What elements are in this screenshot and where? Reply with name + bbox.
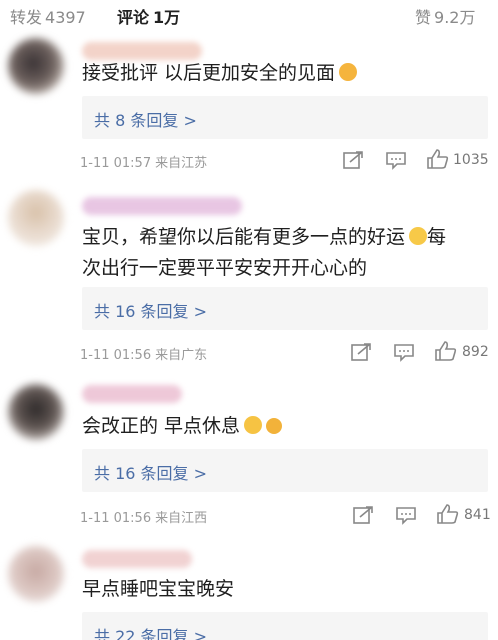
comment-meta: 1-11 01:56 来自广东: [80, 344, 207, 363]
comment-text-content: 接受批评 以后更加安全的见面: [82, 62, 336, 84]
comment-icon[interactable]: [392, 342, 416, 362]
tab-comments-count: 1万: [153, 8, 181, 27]
replies-button[interactable]: 共 16 条回复 >: [82, 287, 488, 330]
tab-reposts[interactable]: 转发 4397: [10, 4, 86, 28]
like-count: 892: [462, 344, 489, 360]
comment-text: 接受批评 以后更加安全的见面: [82, 58, 482, 89]
username[interactable]: [82, 550, 192, 568]
tab-reposts-count: 4397: [45, 8, 86, 27]
tab-reposts-label: 转发: [10, 8, 43, 27]
emoji-icon: [409, 227, 428, 245]
comment-location: 来自广东: [155, 348, 208, 363]
comment-text-content: 宝贝，希望你以后能有更多一点的好运: [82, 226, 406, 248]
comment-meta: 1-11 01:57 来自江苏: [80, 152, 207, 171]
share-icon[interactable]: [350, 342, 374, 362]
comment-tabs: 转发 4397 评论 1万 赞 9.2万: [0, 0, 498, 30]
thumbs-up-icon[interactable]: [434, 341, 458, 361]
avatar[interactable]: [8, 546, 64, 602]
replies-label: 共 8 条回复 >: [94, 111, 197, 130]
emoji-icon: [339, 63, 358, 81]
share-icon[interactable]: [342, 150, 366, 170]
avatar[interactable]: [8, 384, 64, 440]
comment-time: 1-11 01:56: [80, 348, 152, 363]
comment-text-content: 会改正的 早点休息: [82, 415, 241, 437]
like-count: 1035: [453, 152, 489, 168]
comment-icon[interactable]: [394, 505, 418, 525]
comment-meta: 1-11 01:56 来自江西: [80, 507, 207, 526]
emoji-icon: [266, 418, 283, 434]
tab-comments[interactable]: 评论 1万: [117, 4, 180, 28]
thumbs-up-icon[interactable]: [426, 149, 450, 169]
comment-location: 来自江西: [155, 511, 208, 526]
replies-label: 共 16 条回复 >: [94, 464, 208, 483]
comment-time: 1-11 01:57: [80, 156, 152, 171]
replies-label: 共 16 条回复 >: [94, 302, 208, 321]
comment-text: 宝贝，希望你以后能有更多一点的好运每次出行一定要平平安安开开心心的: [82, 222, 482, 284]
share-icon[interactable]: [352, 505, 376, 525]
emoji-icon: [244, 416, 263, 434]
avatar[interactable]: [8, 38, 64, 94]
replies-button[interactable]: 共 8 条回复 >: [82, 96, 488, 139]
replies-label: 共 22 条回复 >: [94, 627, 208, 640]
replies-button[interactable]: 共 22 条回复 >: [82, 612, 488, 640]
tab-likes[interactable]: 赞 9.2万: [415, 4, 475, 28]
replies-button[interactable]: 共 16 条回复 >: [82, 449, 488, 492]
comment-location: 来自江苏: [155, 156, 208, 171]
comment-text-content: 早点睡吧宝宝晚安: [82, 578, 235, 600]
thumbs-up-icon[interactable]: [436, 504, 460, 524]
tab-likes-label: 赞: [415, 8, 432, 27]
avatar[interactable]: [8, 190, 64, 246]
comment-time: 1-11 01:56: [80, 511, 152, 526]
comment-text-content: 每: [427, 226, 447, 248]
tab-comments-label: 评论: [117, 8, 150, 27]
username[interactable]: [82, 385, 182, 403]
like-count: 841: [464, 507, 491, 523]
comment-text: 早点睡吧宝宝晚安: [82, 574, 482, 605]
comment-icon[interactable]: [384, 150, 408, 170]
tab-likes-count: 9.2万: [434, 8, 476, 27]
comment-text: 会改正的 早点休息: [82, 411, 482, 442]
username[interactable]: [82, 197, 242, 215]
comment-text-content: 次出行一定要平平安安开开心心的: [82, 257, 368, 279]
